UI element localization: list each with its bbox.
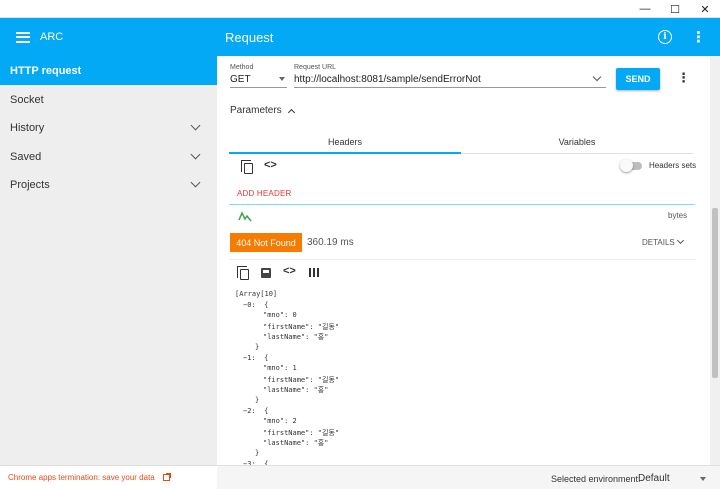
json-line: "firstName": "길동" bbox=[263, 322, 340, 331]
sidebar-item-socket[interactable]: Socket bbox=[0, 85, 217, 114]
activity-icon bbox=[238, 211, 252, 222]
window-titlebar: — ☐ ✕ bbox=[0, 0, 720, 18]
method-label: Method bbox=[230, 64, 254, 71]
toggle-knob[interactable] bbox=[620, 159, 633, 172]
parameters-toggle[interactable]: Parameters bbox=[230, 105, 282, 116]
copy-response-icon[interactable] bbox=[237, 266, 249, 280]
tab-selected-indicator bbox=[229, 152, 461, 154]
external-link-icon[interactable] bbox=[162, 473, 171, 481]
json-line: } bbox=[255, 449, 260, 457]
app-name: ARC bbox=[40, 31, 64, 43]
json-line[interactable]: −2: { bbox=[243, 407, 268, 415]
columns-icon[interactable] bbox=[309, 268, 319, 277]
footer-left: Chrome apps termination: save your data bbox=[0, 465, 217, 489]
tab-headers[interactable]: Headers bbox=[229, 130, 461, 154]
chevron-down-icon bbox=[190, 177, 201, 188]
json-line: "mno": 1 bbox=[263, 364, 297, 373]
footer-right: Selected environment: Default bbox=[217, 465, 720, 489]
page-header: Request i ⋮ bbox=[217, 18, 720, 56]
sidebar-item-label: History bbox=[10, 121, 45, 134]
method-underline bbox=[230, 87, 287, 88]
request-panel: Method GET Request URL http://localhost:… bbox=[217, 56, 710, 465]
sidebar-item-label: Socket bbox=[10, 93, 44, 106]
tab-label: Variables bbox=[558, 137, 596, 147]
caret-down-icon bbox=[279, 77, 285, 81]
json-line: "firstName": "길동" bbox=[263, 428, 340, 437]
app-header: ARC bbox=[0, 18, 217, 56]
sidebar-item-saved[interactable]: Saved bbox=[0, 142, 217, 171]
chevron-up-icon[interactable] bbox=[287, 108, 296, 117]
chevron-down-icon bbox=[190, 120, 201, 131]
json-line: } bbox=[255, 343, 260, 351]
response-time: 360.19 ms bbox=[307, 237, 354, 248]
method-select[interactable]: GET bbox=[230, 74, 251, 85]
chevron-down-icon bbox=[190, 149, 201, 160]
code-view-icon[interactable]: <> bbox=[283, 265, 296, 277]
json-line: "mno": 2 bbox=[263, 417, 297, 426]
json-line[interactable]: −0: { bbox=[243, 301, 268, 309]
tab-variables[interactable]: Variables bbox=[461, 130, 693, 154]
details-button[interactable]: DETAILS bbox=[642, 238, 675, 247]
json-line: } bbox=[255, 396, 260, 404]
app-more-icon[interactable]: ⋮ bbox=[691, 28, 706, 46]
response-divider bbox=[229, 259, 695, 260]
bytes-label: bytes bbox=[668, 211, 688, 220]
chevron-down-icon[interactable] bbox=[676, 236, 685, 245]
code-icon[interactable]: <> bbox=[264, 159, 277, 171]
sidebar-item-label: HTTP request bbox=[10, 64, 82, 77]
hamburger-menu-icon[interactable] bbox=[16, 31, 30, 43]
scroll-thumb[interactable] bbox=[712, 208, 718, 378]
termination-link[interactable]: Chrome apps termination: save your data bbox=[8, 473, 155, 482]
sidebar-item-label: Saved bbox=[10, 150, 42, 163]
tab-label: Headers bbox=[327, 137, 363, 147]
json-line: "lastName": "홍" bbox=[263, 439, 329, 448]
status-badge: 404 Not Found bbox=[230, 233, 302, 252]
sidebar-item-history[interactable]: History bbox=[0, 113, 217, 142]
url-label: Request URL bbox=[294, 64, 337, 71]
environment-select[interactable]: Default bbox=[638, 473, 670, 484]
scrollbar[interactable] bbox=[710, 56, 720, 465]
json-line: "lastName": "홍" bbox=[263, 333, 329, 342]
caret-down-icon bbox=[700, 477, 706, 481]
json-line[interactable]: −1: { bbox=[243, 354, 268, 362]
sidebar-item-label: Projects bbox=[10, 178, 50, 191]
send-button[interactable]: SEND bbox=[616, 68, 660, 90]
maximize-button[interactable]: ☐ bbox=[660, 0, 690, 18]
url-underline bbox=[294, 87, 606, 88]
request-more-icon[interactable]: ⋮ bbox=[677, 70, 690, 86]
info-icon[interactable]: i bbox=[658, 30, 672, 44]
chevron-down-icon[interactable] bbox=[592, 72, 602, 82]
page-title: Request bbox=[225, 30, 274, 45]
sidebar-item-http-request[interactable]: HTTP request bbox=[0, 56, 217, 85]
add-header-underline bbox=[229, 204, 695, 205]
url-input[interactable]: http://localhost:8081/sample/sendErrorNo… bbox=[294, 74, 481, 85]
save-icon[interactable] bbox=[261, 268, 271, 278]
headers-sets-label: Headers sets bbox=[649, 161, 697, 170]
environment-label: Selected environment: bbox=[551, 474, 641, 484]
add-header-button[interactable]: ADD HEADER bbox=[237, 189, 291, 198]
json-line: "firstName": "길동" bbox=[263, 375, 340, 384]
json-line: [Array[10] bbox=[235, 290, 278, 298]
copy-icon[interactable] bbox=[241, 160, 253, 174]
sidebar-item-projects[interactable]: Projects bbox=[0, 170, 217, 199]
minimize-button[interactable]: — bbox=[630, 0, 660, 18]
json-line: "mno": 0 bbox=[263, 311, 297, 320]
json-line: "lastName": "홍" bbox=[263, 386, 329, 395]
close-window-button[interactable]: ✕ bbox=[690, 0, 720, 18]
sidebar: HTTP request Socket History Saved Projec… bbox=[0, 56, 217, 465]
